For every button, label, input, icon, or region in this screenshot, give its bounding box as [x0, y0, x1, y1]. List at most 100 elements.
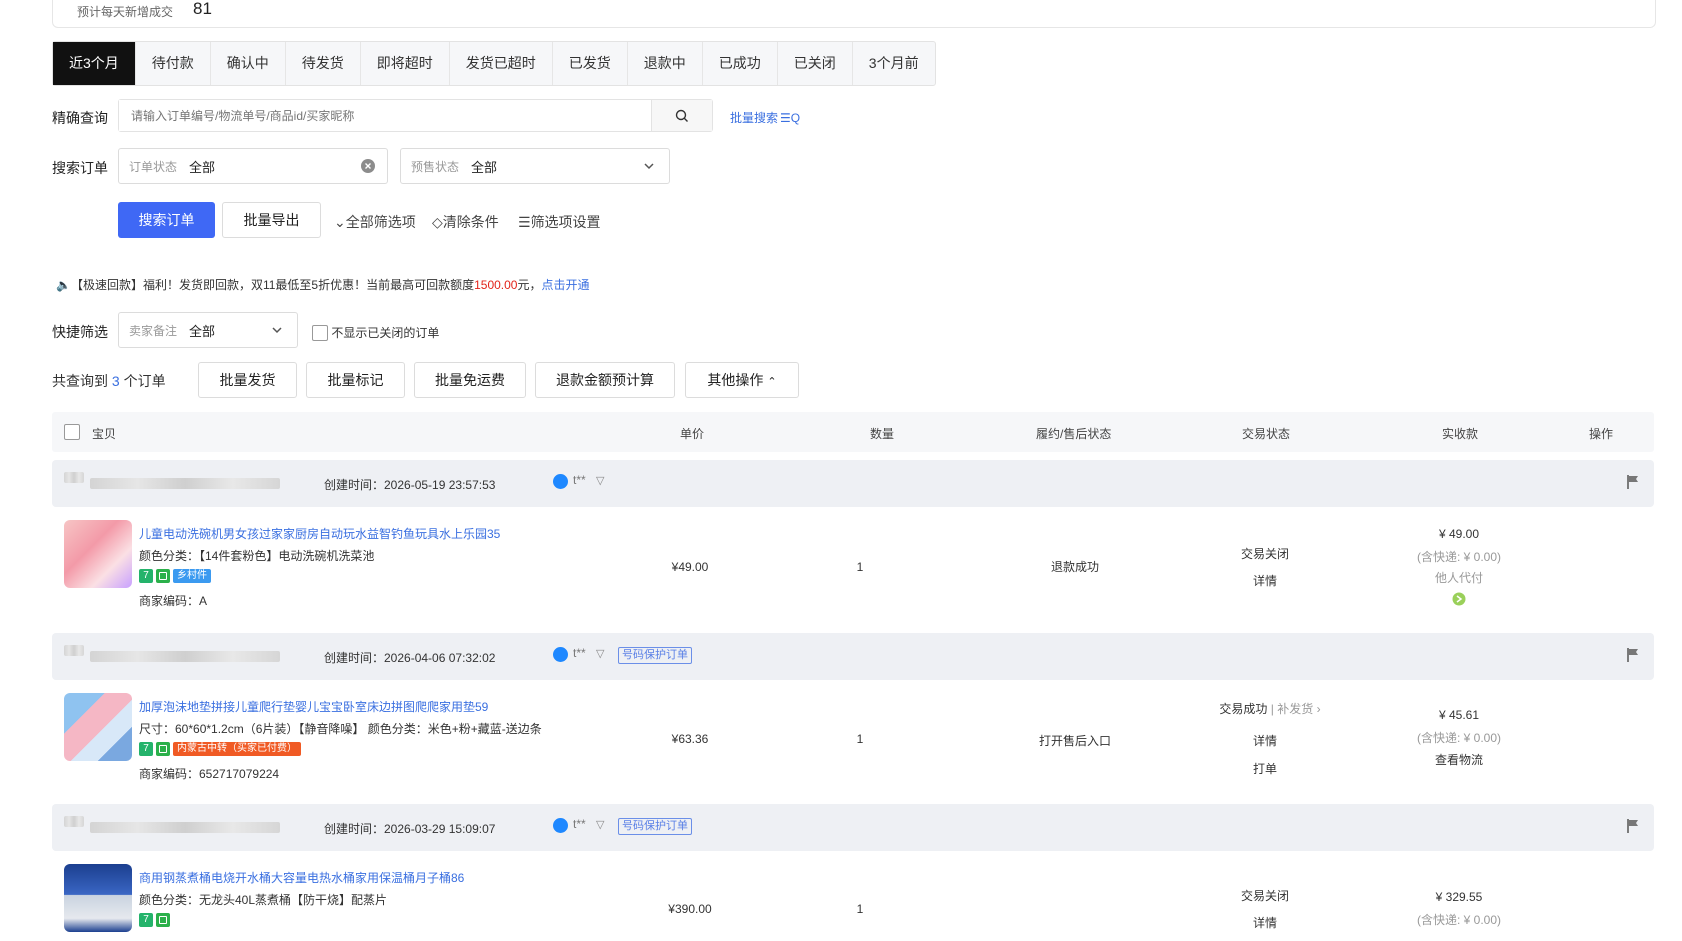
search-button[interactable]: [651, 100, 712, 131]
reissue-link[interactable]: 补发货: [1277, 702, 1313, 716]
tab-succeeded[interactable]: 已成功: [703, 42, 778, 85]
order-header: 创建时间：2026-05-19 23:57:53 t** ▽: [52, 460, 1654, 507]
order-number-blur: [90, 651, 280, 662]
buyer-nick: t**: [573, 817, 586, 831]
flag-icon[interactable]: [1626, 474, 1640, 490]
hide-closed-checkbox[interactable]: [312, 324, 328, 341]
detail-link[interactable]: 详情: [1215, 914, 1315, 931]
notice-open-link[interactable]: 点击开通: [542, 278, 590, 292]
hide-closed-option[interactable]: 不显示已关闭的订单: [312, 324, 439, 341]
view-logistics-link[interactable]: 查看物流: [1404, 751, 1514, 768]
tab-shipped[interactable]: 已发货: [553, 42, 628, 85]
product-title[interactable]: 加厚泡沫地垫拼接儿童爬行垫婴儿宝宝卧室床边拼图爬爬家用垫59: [139, 698, 488, 715]
col-price: 单价: [680, 427, 705, 441]
product-title[interactable]: 儿童电动洗碗机男女孩过家家厨房自动玩水益智钓鱼玩具水上乐园35: [139, 525, 500, 542]
chat-icon[interactable]: [553, 474, 568, 489]
filter-settings-button[interactable]: ☰筛选项设置: [518, 212, 601, 232]
payer-info: 他人代付: [1434, 571, 1483, 585]
batch-export-button[interactable]: 批量导出: [222, 202, 321, 238]
detail-link[interactable]: 详情: [1215, 572, 1315, 589]
order-number-blur: [90, 822, 280, 833]
clear-conditions-button[interactable]: ◇清除条件: [432, 212, 499, 232]
tab-refunding[interactable]: 退款中: [628, 42, 703, 85]
order-header: 创建时间：2026-03-29 15:09:07 t** ▽ 号码保护订单: [52, 804, 1654, 851]
tab-pending-shipment[interactable]: 待发货: [286, 42, 361, 85]
product-image[interactable]: [64, 520, 132, 588]
merchant-code: 商家编码：652717079224: [139, 767, 280, 781]
detail-link[interactable]: 详情: [1215, 732, 1315, 749]
fulfill-status-link[interactable]: 退款成功: [1020, 558, 1130, 575]
other-operations-button[interactable]: 其他操作 ⌃: [685, 362, 799, 398]
order-number-blur: [90, 478, 280, 489]
daily-new-label: 预计每天新增成交: [77, 5, 174, 19]
order-checkbox-blur: [64, 816, 84, 827]
tab-confirming[interactable]: 确认中: [211, 42, 286, 85]
divider: |: [1267, 702, 1278, 716]
quantity: 1: [856, 560, 864, 574]
product-title[interactable]: 商用钢蒸煮桶电烧开水桶大容量电热水桶家用保温桶月子桶86: [139, 869, 464, 886]
proxy-pay-icon: [1452, 592, 1466, 606]
tab-pending-payment[interactable]: 待付款: [136, 42, 211, 85]
product-image[interactable]: [64, 693, 132, 761]
print-order-link[interactable]: 打单: [1215, 760, 1315, 777]
presale-status-select[interactable]: 预售状态 全部: [400, 148, 670, 184]
shipping-fee: (含快递: ¥ 0.00): [1416, 550, 1502, 564]
search-order-button[interactable]: 搜索订单: [118, 202, 215, 238]
paid-amount: ¥ 49.00: [1438, 527, 1480, 541]
col-qty: 数量: [870, 427, 895, 441]
paid-amount: ¥ 45.61: [1438, 708, 1480, 722]
summary-prefix: 共查询到: [52, 373, 108, 389]
order-status-tabs: 近3个月 待付款 确认中 待发货 即将超时 发货已超时 已发货 退款中 已成功 …: [52, 41, 936, 86]
chevron-up-icon: ⌃: [767, 376, 777, 388]
chat-icon[interactable]: [553, 647, 568, 662]
guarantee-icon: [156, 568, 170, 583]
village-tag: 乡村件: [173, 568, 211, 583]
all-filters-label: 全部筛选项: [345, 214, 416, 230]
all-filters-button[interactable]: ⌄全部筛选项: [334, 212, 416, 232]
batch-mark-button[interactable]: 批量标记: [306, 362, 405, 398]
chat-icon[interactable]: [553, 818, 568, 833]
chevron-down-icon: [272, 327, 282, 334]
flag-icon[interactable]: [1626, 647, 1640, 663]
tab-about-to-timeout[interactable]: 即将超时: [361, 42, 450, 85]
batch-free-shipping-button[interactable]: 批量免运费: [414, 362, 526, 398]
unit-price: ¥63.36: [671, 732, 709, 746]
unit-price: ¥390.00: [668, 902, 712, 916]
tab-recent-3-months[interactable]: 近3个月: [53, 42, 136, 85]
filter-icon[interactable]: ▽: [596, 818, 604, 831]
notice-text: 【极速回款】福利！发货即回款，双11最低至5折优惠！当前最高可回款额度: [70, 278, 475, 292]
seven-day-return-icon: 7: [139, 912, 153, 927]
order-status-value: 全部: [189, 159, 216, 175]
seven-day-return-icon: 7: [139, 568, 153, 583]
tab-shipping-timeout[interactable]: 发货已超时: [450, 42, 553, 85]
search-input[interactable]: [119, 100, 651, 131]
quantity: 1: [856, 902, 864, 916]
seller-remark-placeholder: 卖家备注: [129, 323, 178, 338]
created-time: 创建时间：2026-05-19 23:57:53: [324, 478, 496, 492]
product-image[interactable]: [64, 864, 132, 932]
filter-icon[interactable]: ▽: [596, 474, 604, 487]
product-badges: 7: [139, 912, 170, 927]
order-status-placeholder: 订单状态: [129, 159, 178, 174]
seller-remark-select[interactable]: 卖家备注 全部: [118, 312, 298, 348]
product-badges: 7 乡村件: [139, 568, 211, 583]
tab-closed[interactable]: 已关闭: [778, 42, 853, 85]
product-badges: 7 内蒙古中转（买家已付费）: [139, 741, 301, 756]
notice-mid: 元，: [517, 278, 542, 292]
batch-search-link[interactable]: 批量搜索 ☰Q: [730, 109, 800, 126]
summary-suffix: 个订单: [123, 373, 166, 389]
order-status-select[interactable]: 订单状态 全部: [118, 148, 388, 184]
clear-icon[interactable]: [361, 159, 375, 173]
batch-ship-button[interactable]: 批量发货: [198, 362, 297, 398]
tab-older-than-3-months[interactable]: 3个月前: [853, 42, 935, 85]
filter-icon[interactable]: ▽: [596, 647, 604, 660]
flag-icon[interactable]: [1626, 818, 1640, 834]
select-all-checkbox[interactable]: [64, 424, 80, 440]
clear-conditions-label: 清除条件: [442, 214, 499, 230]
after-sale-entry-link[interactable]: 打开售后入口: [1020, 732, 1130, 749]
trade-status: 交易成功: [1219, 702, 1268, 716]
product-spec: 颜色分类：【14件套粉色】电动洗碗机洗菜池: [139, 549, 375, 563]
speaker-icon: 🔈: [56, 278, 71, 292]
refund-precalc-button[interactable]: 退款金额预计算: [535, 362, 675, 398]
shipping-fee: (含快递: ¥ 0.00): [1416, 913, 1502, 927]
